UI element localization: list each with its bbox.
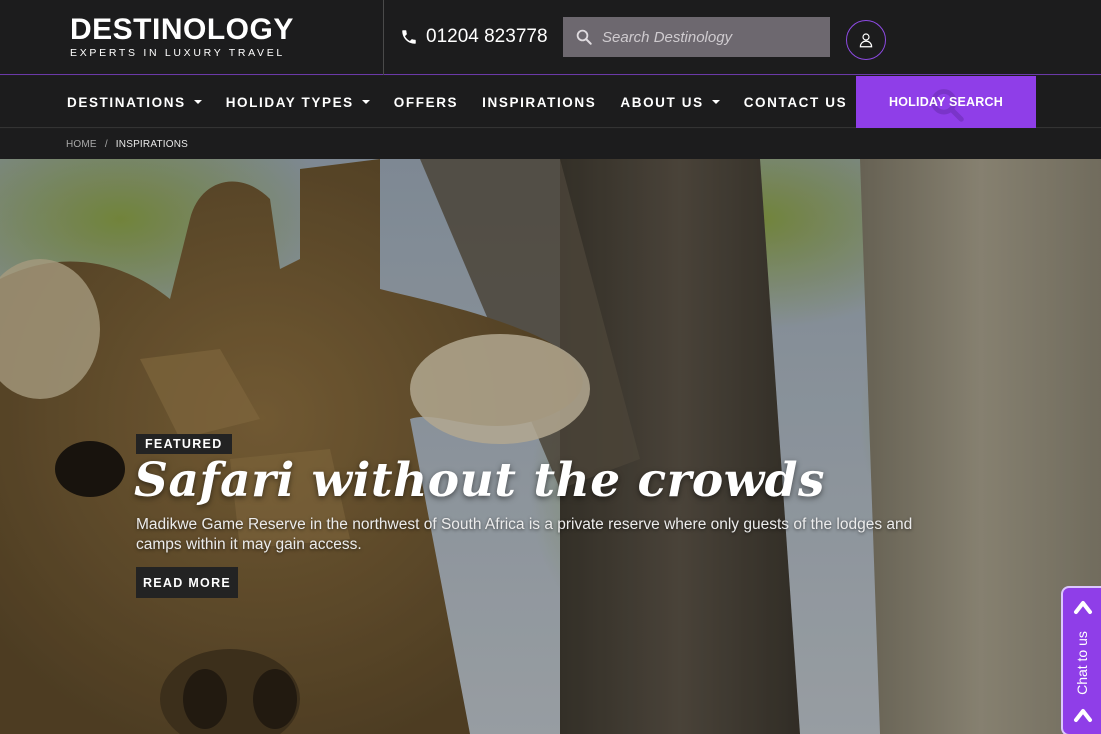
account-button[interactable] bbox=[846, 20, 886, 60]
caret-down-icon bbox=[193, 100, 202, 104]
main-nav: DESTINATIONS HOLIDAY TYPES OFFERS INSPIR… bbox=[0, 76, 1101, 128]
nav-item-about-us[interactable]: ABOUT US bbox=[620, 94, 720, 110]
breadcrumb-home[interactable]: HOME bbox=[66, 139, 97, 150]
holiday-search-label: HOLIDAY SEARCH bbox=[889, 95, 1003, 109]
nav-item-holiday-types[interactable]: HOLIDAY TYPES bbox=[226, 95, 370, 110]
nav-menu: DESTINATIONS HOLIDAY TYPES OFFERS INSPIR… bbox=[67, 76, 871, 128]
phone-number: 01204 823778 bbox=[426, 26, 548, 47]
breadcrumb: HOME / INSPIRATIONS bbox=[0, 129, 1101, 159]
phone-icon bbox=[402, 30, 416, 44]
header-divider bbox=[383, 0, 384, 75]
site-logo[interactable]: DESTINOLOGY EXPERTS IN LUXURY TRAVEL bbox=[70, 13, 294, 60]
nav-item-inspirations[interactable]: INSPIRATIONS bbox=[482, 95, 596, 110]
nav-item-offers[interactable]: OFFERS bbox=[394, 95, 458, 110]
top-header: DESTINOLOGY EXPERTS IN LUXURY TRAVEL 012… bbox=[0, 0, 1101, 75]
hero-banner: FEATURED Safari without the crowds Madik… bbox=[0, 159, 1101, 734]
nav-label: INSPIRATIONS bbox=[482, 94, 597, 110]
chevron-up-icon bbox=[1074, 601, 1092, 614]
featured-badge: FEATURED bbox=[136, 434, 232, 454]
nav-label: ABOUT US bbox=[620, 94, 704, 110]
nav-label: DESTINATIONS bbox=[67, 94, 186, 110]
read-more-button[interactable]: READ MORE bbox=[136, 567, 238, 598]
search-icon bbox=[576, 29, 592, 45]
user-icon bbox=[859, 33, 873, 48]
search-input[interactable] bbox=[602, 28, 812, 46]
hero-description: Madikwe Game Reserve in the northwest of… bbox=[136, 516, 913, 553]
nav-item-contact-us[interactable]: CONTACT US bbox=[744, 95, 848, 110]
holiday-search-button[interactable]: HOLIDAY SEARCH bbox=[856, 76, 1036, 128]
logo-wordmark: DESTINOLOGY bbox=[70, 13, 294, 46]
logo-tagline: EXPERTS IN LUXURY TRAVEL bbox=[70, 47, 285, 59]
chat-label: Chat to us bbox=[1074, 631, 1091, 695]
nav-label: OFFERS bbox=[393, 94, 459, 110]
breadcrumb-current: INSPIRATIONS bbox=[115, 138, 189, 150]
nav-item-destinations[interactable]: DESTINATIONS bbox=[67, 95, 202, 110]
caret-down-icon bbox=[361, 100, 370, 104]
nav-label: HOLIDAY TYPES bbox=[225, 94, 354, 110]
chat-label-wrap: Chat to us bbox=[1067, 628, 1097, 698]
caret-down-icon bbox=[711, 100, 720, 104]
chat-widget[interactable]: Chat to us bbox=[1061, 586, 1101, 734]
hero-title: Safari without the crowds bbox=[134, 453, 825, 508]
search-bar[interactable] bbox=[563, 17, 830, 57]
phone-link[interactable]: 01204 823778 bbox=[400, 26, 548, 48]
chevron-up-icon bbox=[1074, 709, 1092, 722]
breadcrumb-separator: / bbox=[104, 138, 108, 150]
nav-label: CONTACT US bbox=[743, 94, 848, 110]
